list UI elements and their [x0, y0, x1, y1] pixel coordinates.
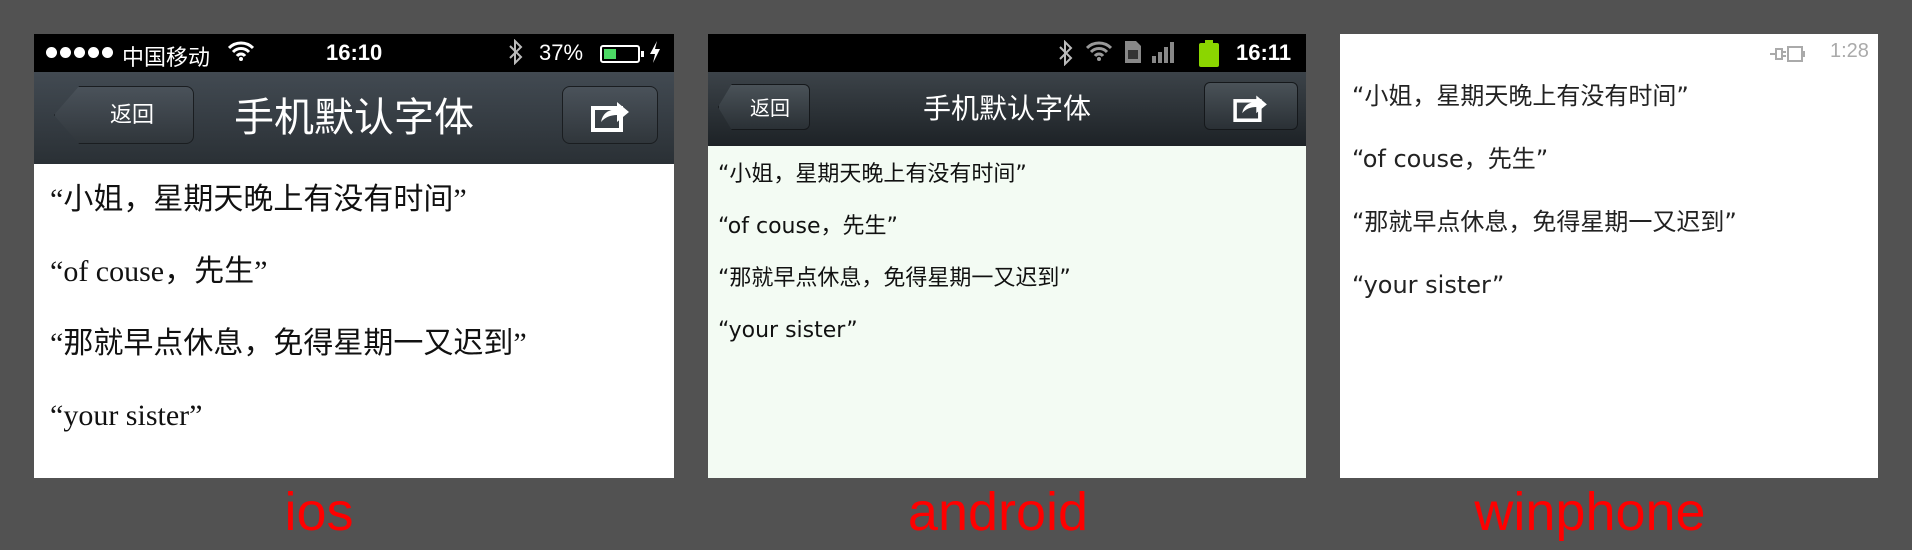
winphone-label: winphone [1474, 482, 1706, 542]
sim-icon [1124, 40, 1142, 70]
text-line: “your sister” [1352, 271, 1505, 299]
winphone-text-content: “小姐，星期天晚上有没有时间” “of couse，先生” “那就早点休息，免得… [1352, 80, 1872, 332]
battery-icon [600, 45, 644, 63]
back-button[interactable]: 返回 [718, 84, 810, 130]
winphone-screen: 1:28 “小姐，星期天晚上有没有时间” “of couse，先生” “那就早点… [1340, 34, 1878, 478]
android-screen: 16:11 返回 手机默认字体 “小姐，星期天晚上有没有时间” “of cous… [708, 34, 1306, 478]
status-time: 16:10 [326, 40, 383, 65]
carrier-name: 中国移动 [122, 45, 211, 70]
text-line: “of couse，先生” [50, 255, 268, 288]
back-button[interactable]: 返回 [54, 86, 194, 144]
ios-screen: 中国移动 16:10 37% 返回 手机默认字体 “小姐，星期天晚上有没有时间”… [34, 34, 674, 478]
charging-icon [648, 40, 662, 70]
bluetooth-icon [1058, 39, 1074, 72]
text-line: “小姐，星期天晚上有没有时间” [50, 183, 467, 216]
plug-battery-icon [1768, 44, 1806, 68]
text-line: “your sister” [50, 399, 203, 432]
text-line: “小姐，星期天晚上有没有时间” [1352, 82, 1689, 110]
ios-label: ios [284, 482, 354, 542]
status-time: 1:28 [1830, 40, 1869, 62]
cell-signal-icon [1152, 40, 1174, 70]
android-label: android [907, 482, 1089, 542]
share-button[interactable] [1204, 82, 1298, 130]
page-title: 手机默认字体 [234, 95, 474, 141]
wifi-icon [227, 41, 255, 67]
signal-dots-icon [46, 47, 113, 58]
text-line: “of couse，先生” [1352, 145, 1549, 173]
ios-nav-bar: 返回 手机默认字体 [34, 72, 674, 164]
ios-status-bar: 中国移动 16:10 37% [34, 34, 674, 72]
text-line: “小姐，星期天晚上有没有时间” [718, 162, 1027, 187]
battery-percent: 37% [539, 40, 584, 65]
text-line: “of couse，先生” [718, 214, 898, 239]
text-line: “那就早点休息，免得星期一又迟到” [1352, 208, 1737, 236]
text-line: “那就早点休息，免得星期一又迟到” [50, 327, 527, 360]
wifi-icon [1085, 40, 1113, 68]
page-title: 手机默认字体 [922, 92, 1091, 125]
android-status-bar: 16:11 [708, 34, 1306, 72]
ios-text-content: “小姐，星期天晚上有没有时间” “of couse，先生” “那就早点休息，免得… [50, 164, 670, 452]
status-time: 16:11 [1236, 40, 1292, 65]
winphone-status-bar: 1:28 [1340, 34, 1878, 70]
android-nav-bar: 返回 手机默认字体 [708, 72, 1306, 146]
bluetooth-icon [508, 38, 524, 71]
text-line: “your sister” [718, 318, 858, 343]
text-line: “那就早点休息，免得星期一又迟到” [718, 266, 1071, 291]
share-icon [591, 102, 629, 132]
android-text-content: “小姐，星期天晚上有没有时间” “of couse，先生” “那就早点休息，免得… [718, 149, 1298, 357]
share-icon [1233, 95, 1267, 122]
battery-icon [1198, 40, 1220, 74]
share-button[interactable] [562, 86, 658, 144]
